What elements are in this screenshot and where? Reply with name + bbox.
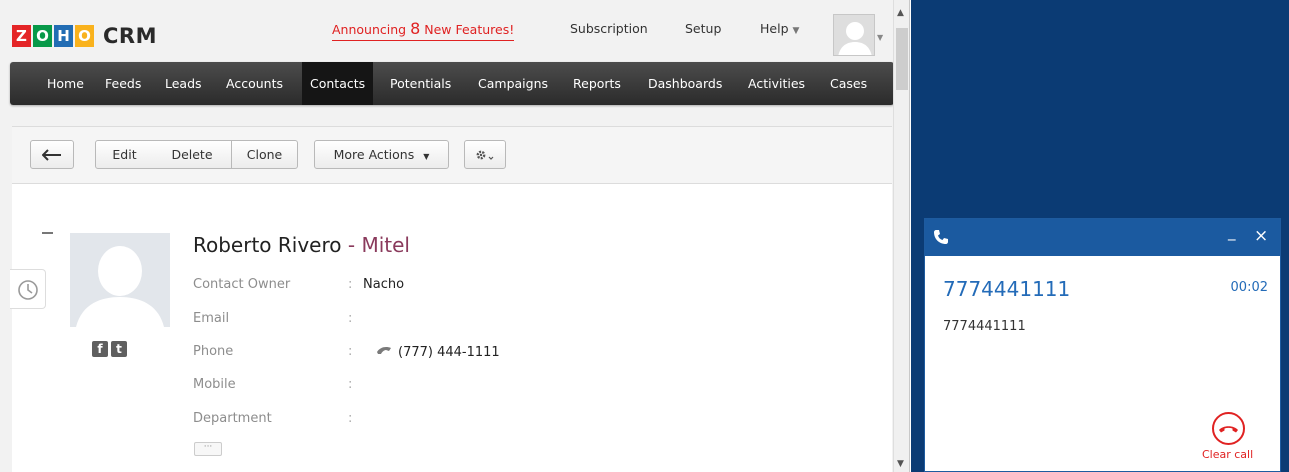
show-more-fields-button[interactable]: ···	[194, 442, 222, 456]
setup-link[interactable]: Setup	[685, 21, 721, 36]
scrollbar-thumb[interactable]	[896, 28, 908, 90]
announcement-prefix: Announcing	[332, 22, 411, 37]
announcement-link[interactable]: Announcing 8 New Features!	[332, 19, 515, 41]
facebook-icon[interactable]: f	[92, 341, 108, 357]
gear-icon	[476, 150, 494, 160]
department-label: Department	[193, 411, 272, 426]
caller-id: 7774441111	[943, 319, 1026, 334]
arrow-left-icon	[41, 149, 61, 161]
logo-letter-o: O	[33, 25, 52, 47]
help-menu[interactable]: Help ▼	[760, 21, 799, 36]
delete-button[interactable]: Delete	[153, 140, 232, 169]
help-label: Help	[760, 21, 789, 36]
field-colon: :	[348, 311, 353, 326]
logo-letter-h: H	[54, 25, 73, 47]
edit-button[interactable]: Edit	[95, 140, 154, 169]
clone-button[interactable]: Clone	[231, 140, 298, 169]
tab-contacts[interactable]: Contacts	[302, 62, 374, 105]
close-button[interactable]: ×	[1254, 226, 1268, 246]
logo-letter-o2: O	[75, 25, 94, 47]
contact-full-name: Roberto Rivero	[193, 233, 342, 257]
tab-feeds[interactable]: Feeds	[105, 62, 141, 105]
tab-leads[interactable]: Leads	[165, 62, 202, 105]
contact-owner-value: Nacho	[363, 277, 405, 292]
user-avatar[interactable]	[833, 14, 875, 56]
contact-photo[interactable]	[70, 233, 170, 327]
contact-name: Roberto Rivero - Mitel	[193, 233, 410, 257]
record-toolbar: Edit Delete Clone More Actions ▼	[12, 126, 892, 184]
crm-window: Z O H O CRM Announcing 8 New Features! S…	[0, 0, 910, 472]
hangup-button[interactable]	[1212, 412, 1245, 445]
tab-home[interactable]: Home	[47, 62, 84, 105]
contact-owner-label: Contact Owner	[193, 277, 291, 292]
announcement-count: 8	[410, 19, 421, 38]
email-label: Email	[193, 311, 230, 326]
tab-campaigns[interactable]: Campaigns	[478, 62, 548, 105]
call-widget: _ × 7774441111 00:02 7774441111 Clear ca…	[924, 218, 1281, 472]
screen: Z O H O CRM Announcing 8 New Features! S…	[0, 0, 1289, 472]
scroll-up-icon[interactable]: ▲	[897, 8, 904, 18]
mobile-label: Mobile	[193, 377, 236, 392]
field-colon: :	[348, 344, 353, 359]
contact-detail: f t Roberto Rivero - Mitel Contact Owner…	[10, 184, 892, 472]
activity-timeline-tab[interactable]	[10, 269, 46, 309]
phone-number: (777) 444-1111	[398, 345, 500, 360]
logo-letter-z: Z	[12, 25, 31, 47]
subscription-link[interactable]: Subscription	[570, 21, 648, 36]
logo-product-name: CRM	[103, 24, 157, 48]
clock-icon	[18, 280, 38, 300]
field-colon: :	[348, 411, 353, 426]
main-nav: Home Feeds Leads Accounts Contacts Poten…	[10, 62, 894, 105]
vertical-scrollbar[interactable]: ▲ ▼	[893, 0, 909, 472]
tab-accounts[interactable]: Accounts	[226, 62, 283, 105]
tab-activities[interactable]: Activities	[748, 62, 805, 105]
chevron-down-icon: ▼	[792, 26, 800, 36]
announcement-suffix: New Features!	[420, 22, 515, 37]
hangup-icon	[1219, 426, 1238, 433]
telephone-icon	[377, 347, 391, 354]
tab-potentials[interactable]: Potentials	[390, 62, 451, 105]
avatar-chevron-down-icon[interactable]: ▼	[877, 33, 883, 42]
more-actions-button[interactable]: More Actions ▼	[314, 140, 449, 169]
name-separator: -	[341, 233, 362, 257]
phone-icon	[934, 230, 948, 244]
hangup-label[interactable]: Clear call	[1202, 448, 1253, 461]
settings-button[interactable]	[464, 140, 506, 169]
account-name-link[interactable]: Mitel	[361, 233, 410, 257]
field-colon: :	[348, 277, 353, 292]
more-actions-label: More Actions	[333, 147, 415, 162]
back-button[interactable]	[30, 140, 74, 169]
minimize-button[interactable]: _	[1228, 223, 1236, 241]
default-user-icon	[834, 15, 874, 55]
field-colon: :	[348, 377, 353, 392]
twitter-icon[interactable]: t	[111, 341, 127, 357]
tab-cases[interactable]: Cases	[830, 62, 867, 105]
default-contact-icon	[70, 233, 170, 327]
call-widget-header: _ ×	[925, 219, 1280, 256]
chevron-down-icon: ▼	[423, 152, 430, 161]
call-timer: 00:02	[1230, 280, 1268, 295]
phone-label: Phone	[193, 344, 234, 359]
scroll-down-icon[interactable]: ▼	[897, 459, 904, 469]
tab-reports[interactable]: Reports	[573, 62, 621, 105]
collapse-icon[interactable]	[42, 232, 53, 234]
phone-value-link[interactable]: (777) 444-1111	[376, 343, 500, 360]
tab-dashboards[interactable]: Dashboards	[648, 62, 722, 105]
call-number: 7774441111	[943, 277, 1071, 301]
zoho-crm-logo[interactable]: Z O H O CRM	[12, 22, 157, 50]
